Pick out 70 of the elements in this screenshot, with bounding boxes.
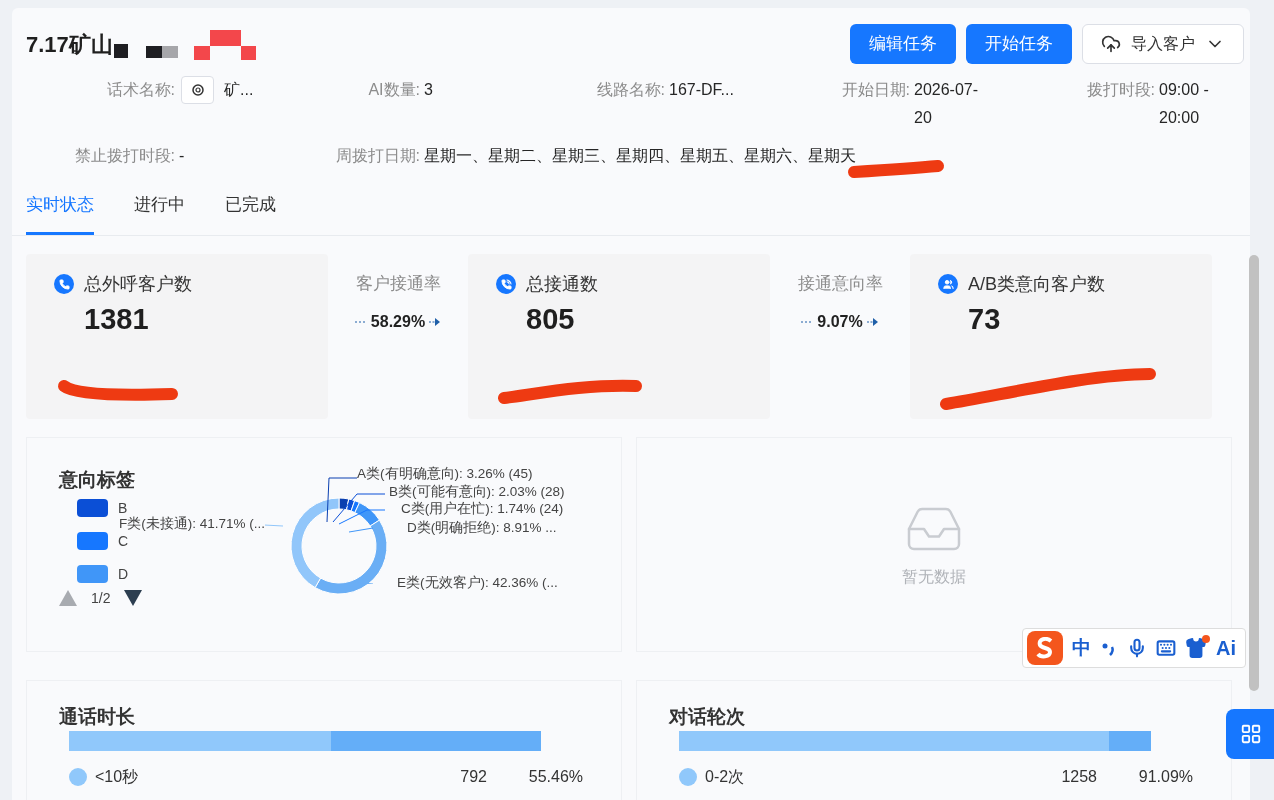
grid-icon — [1240, 723, 1262, 745]
rate-value: 9.07% — [817, 312, 863, 332]
slice-label: A类(有明确意向): 3.26% (45) — [357, 464, 533, 483]
slice-label: F类(未接通): 41.71% (... — [119, 513, 266, 534]
dashed-line-icon — [801, 320, 814, 324]
stat-label: 总外呼客户数 — [84, 272, 192, 296]
page-down-icon[interactable] — [124, 590, 143, 606]
primary-button[interactable]: 编辑任务 — [850, 24, 956, 64]
tab[interactable]: 实时状态 — [26, 188, 94, 235]
empty-message: 暂无数据 — [902, 567, 966, 587]
legend-pager: 1/2 — [91, 588, 111, 608]
tab[interactable]: 已完成 — [225, 188, 276, 235]
slice-label: D类(明确拒绝): 8.91% ... — [407, 518, 557, 537]
slice-label: E类(无效客户): 42.36% (... — [397, 573, 558, 592]
grid-menu-button[interactable] — [1226, 709, 1274, 759]
info-value: 09:00 - 20:00 — [1159, 80, 1210, 128]
ime-mode[interactable]: 中 — [1072, 633, 1091, 663]
stat-label: 总接通数 — [526, 272, 598, 296]
info-label: AI数量: — [367, 80, 420, 100]
users-icon — [938, 274, 958, 294]
shirt-icon[interactable] — [1185, 637, 1207, 659]
rate-value: 58.29% — [370, 312, 426, 332]
arrow-right-icon — [866, 317, 879, 327]
panel-title: 通话时长 — [59, 704, 136, 729]
row-label: 0-2次 — [705, 766, 745, 787]
cloud-upload-icon — [1101, 34, 1121, 54]
stat-label: A/B类意向客户数 — [968, 272, 1105, 296]
info-value: - — [179, 146, 186, 166]
arrow-right-icon — [429, 317, 442, 327]
info-label: 话术名称: — [105, 80, 175, 100]
info-value: 3 — [424, 80, 434, 100]
slice-label: C类(用户在忙): 1.74% (24) — [401, 499, 564, 518]
info-value: 星期一、星期二、星期三、星期四、星期五、星期六、星期天 — [424, 146, 856, 166]
rate-label: 客户接通率 — [355, 272, 441, 295]
panel-title: 意向标签 — [59, 467, 135, 492]
legend-label: C — [118, 531, 129, 551]
info-label: 开始日期: — [840, 80, 910, 100]
ime-ai[interactable]: Ai — [1216, 633, 1236, 663]
slice-label: B类(可能有意向): 2.03% (28) — [389, 482, 565, 501]
script-avatar-icon — [181, 76, 214, 104]
tab[interactable]: 进行中 — [134, 188, 185, 235]
info-label: 拨打时段: — [1085, 80, 1155, 100]
row-label: <10秒 — [95, 766, 139, 787]
info-label: 线路名称: — [595, 80, 665, 100]
import-dropdown-button[interactable]: 导入客户 — [1082, 24, 1244, 64]
stat-value: 1381 — [84, 301, 149, 337]
info-value: 2026-07-20 — [914, 80, 980, 128]
legend-label: B — [118, 498, 128, 516]
info-label: 禁止拨打时段: — [73, 146, 175, 166]
row-percent: 55.46% — [527, 766, 583, 787]
legend-label: D — [118, 564, 129, 584]
stat-value: 73 — [968, 301, 1001, 337]
row-count: 792 — [460, 766, 487, 787]
row-percent: 91.09% — [1137, 766, 1193, 787]
info-value: 167-DF... — [669, 80, 735, 100]
info-value: 矿... — [224, 80, 254, 100]
panel-title: 对话轮次 — [669, 704, 746, 729]
rate-label: 接通意向率 — [797, 272, 883, 295]
dashed-line-icon — [354, 320, 367, 324]
phone-icon — [54, 274, 74, 294]
phone-call-icon — [496, 274, 516, 294]
keyboard-icon[interactable] — [1156, 638, 1176, 658]
row-count: 1258 — [1061, 766, 1097, 787]
info-label: 周拨打日期: — [334, 146, 420, 166]
sogou-logo-icon[interactable] — [1027, 631, 1063, 665]
microphone-icon[interactable] — [1127, 638, 1147, 658]
stat-value: 805 — [526, 301, 575, 337]
scrollbar-thumb[interactable] — [1249, 255, 1259, 691]
primary-button[interactable]: 开始任务 — [966, 24, 1072, 64]
task-title: 7.17矿山 — [26, 30, 113, 59]
